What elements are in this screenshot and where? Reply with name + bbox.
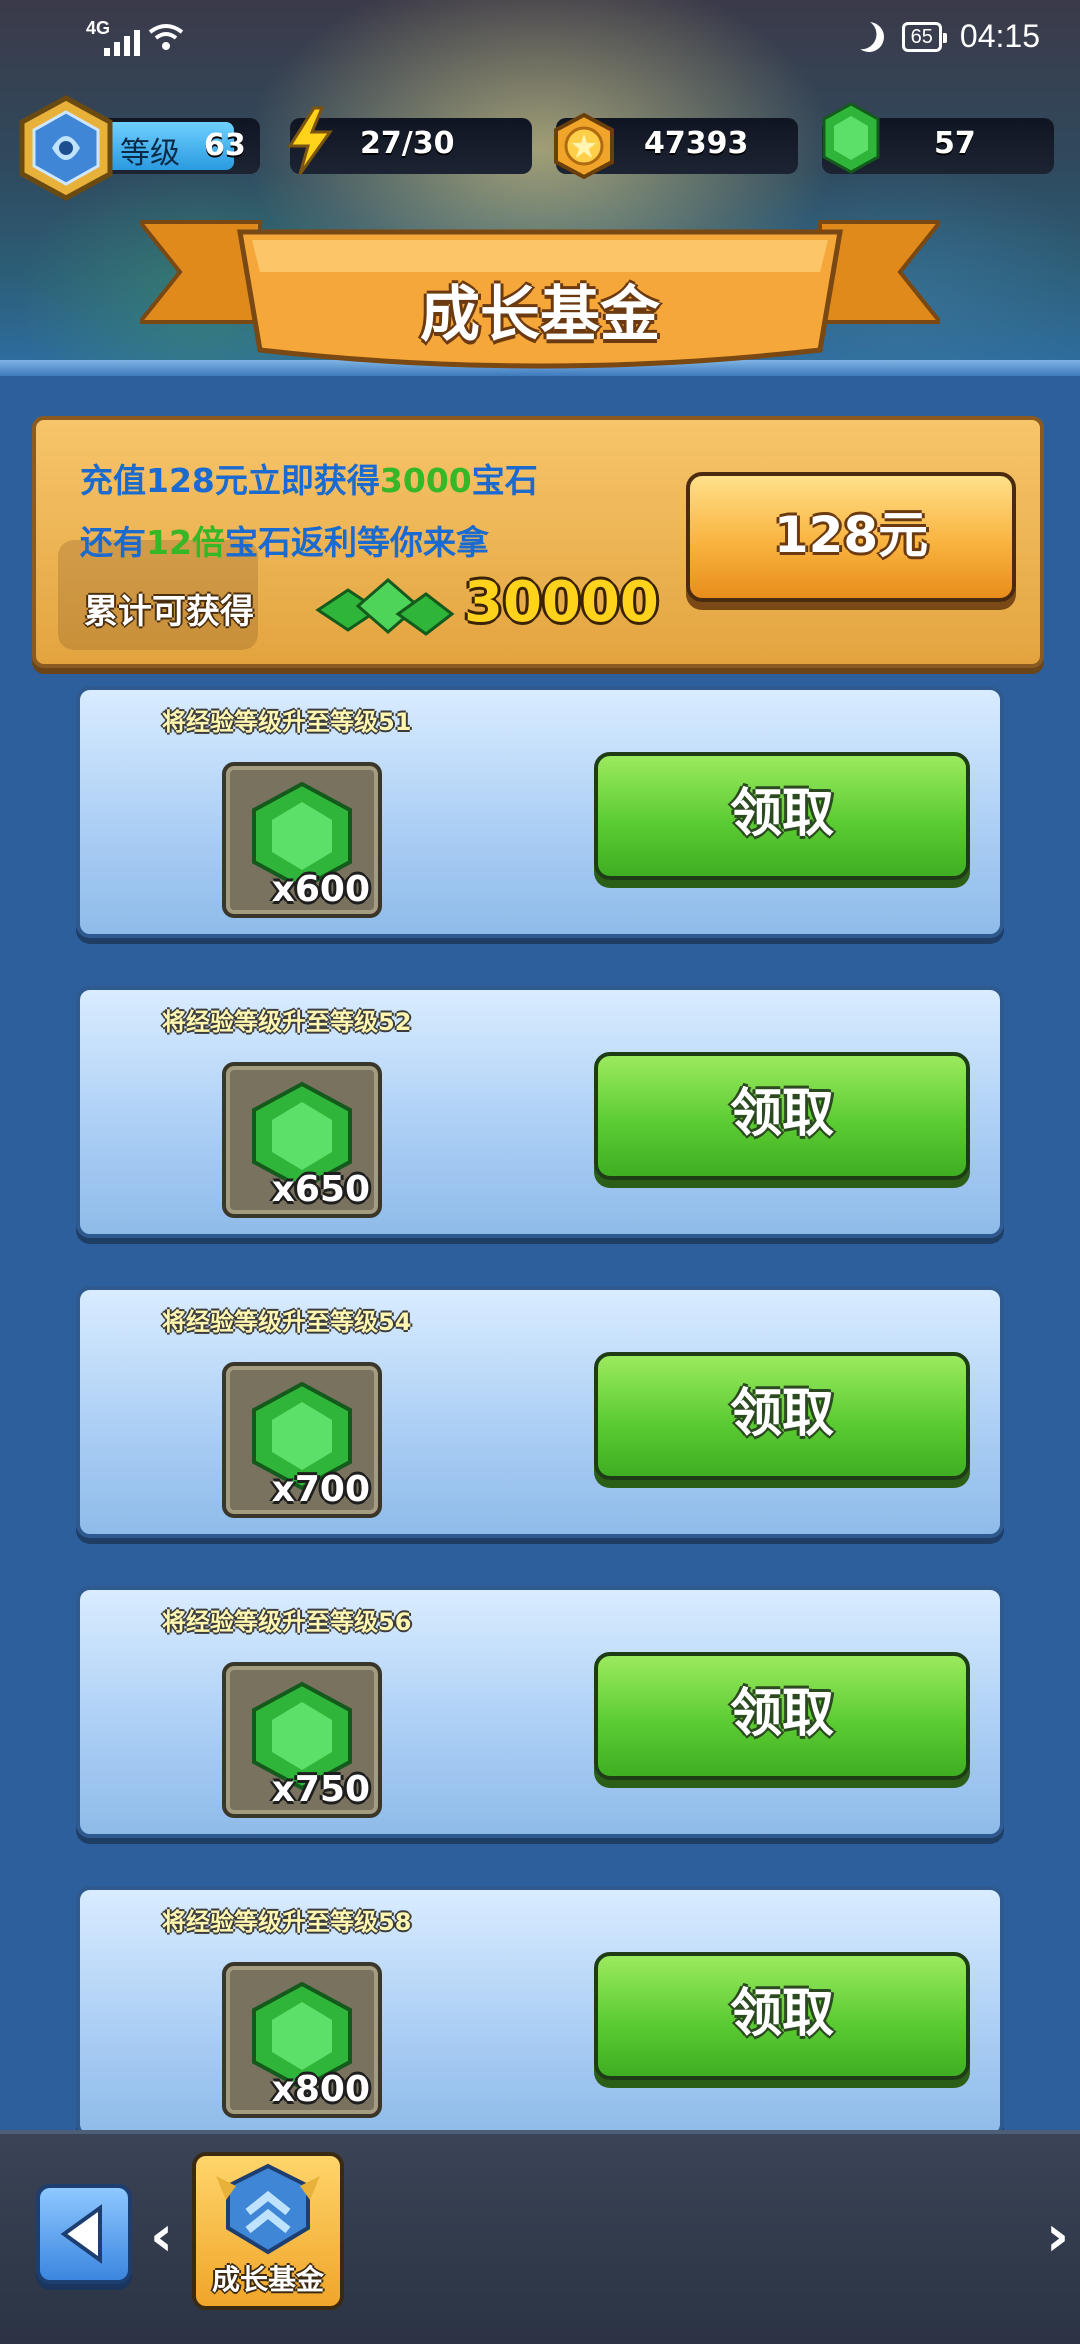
coin-value: 47393 <box>644 126 749 161</box>
gem-icon <box>822 102 880 174</box>
cumulative-label: 累计可获得 <box>84 592 254 632</box>
reward-count: x650 <box>271 1169 370 1210</box>
bottom-nav: ‹ 成长基金 › <box>0 2130 1080 2344</box>
reward-item: x700 <box>222 1362 382 1518</box>
signal-icon <box>104 30 140 56</box>
status-bar: 4G 65 04:15 <box>0 0 1080 80</box>
fund-purchase-card: 充值128元立即获得3000宝石 还有12倍宝石返利等你来拿 累计可获得 300… <box>32 416 1044 668</box>
claim-button[interactable]: 领取 <box>594 1652 970 1780</box>
energy-value: 27/30 <box>360 126 455 161</box>
reward-count: x800 <box>271 2069 370 2110</box>
level-label: 等级 <box>120 136 180 171</box>
tab-growth-fund[interactable]: 成长基金 <box>192 2152 344 2310</box>
reward-item: x800 <box>222 1962 382 2118</box>
promo-line-1: 充值128元立即获得3000宝石 <box>80 461 538 500</box>
battery-indicator: 65 <box>901 21 948 52</box>
do-not-disturb-icon <box>849 17 887 55</box>
reward-row: 将经验等级升至等级54 x700 领取 <box>76 1286 1004 1538</box>
reward-count: x600 <box>271 869 370 910</box>
gem-display[interactable]: 57 <box>822 102 1054 174</box>
chevron-right-icon[interactable]: › <box>1046 2204 1069 2269</box>
reward-requirement: 将经验等级升至等级52 <box>162 1008 412 1036</box>
reward-requirement: 将经验等级升至等级58 <box>162 1908 412 1936</box>
wifi-icon <box>148 24 184 50</box>
reward-row: 将经验等级升至等级51 x600 领取 <box>76 686 1004 938</box>
coin-display[interactable]: 47393 <box>554 112 798 180</box>
claim-button[interactable]: 领取 <box>594 1352 970 1480</box>
reward-count: x750 <box>271 1769 370 1810</box>
page-title: 成长基金 <box>420 280 660 350</box>
claim-button[interactable]: 领取 <box>594 1952 970 2080</box>
reward-row: 将经验等级升至等级58 x800 领取 <box>76 1886 1004 2138</box>
gem-value: 57 <box>934 126 976 161</box>
chevron-left-icon[interactable]: ‹ <box>150 2204 173 2269</box>
reward-requirement: 将经验等级升至等级54 <box>162 1308 412 1336</box>
lightning-icon <box>287 106 333 175</box>
reward-row: 将经验等级升至等级52 x650 领取 <box>76 986 1004 1238</box>
reward-row: 将经验等级升至等级56 x750 领取 <box>76 1586 1004 1838</box>
title-banner: 成长基金 <box>135 212 945 372</box>
buy-fund-button[interactable]: 128元 <box>686 472 1016 602</box>
reward-item: x650 <box>222 1062 382 1218</box>
back-button[interactable] <box>36 2184 132 2284</box>
reward-item: x600 <box>222 762 382 918</box>
claim-button[interactable]: 领取 <box>594 1052 970 1180</box>
growth-fund-tab-icon <box>216 2163 320 2255</box>
promo-line-2: 还有12倍宝石返利等你来拿 <box>80 523 489 562</box>
tab-label: 成长基金 <box>211 2263 324 2296</box>
energy-display[interactable]: 27/30 <box>287 106 532 175</box>
player-badge-icon[interactable] <box>12 94 120 202</box>
reward-item: x750 <box>222 1662 382 1818</box>
reward-count: x700 <box>271 1469 370 1510</box>
back-arrow-icon <box>60 2204 102 2264</box>
cumulative-total: 30000 <box>464 570 659 635</box>
reward-requirement: 将经验等级升至等级56 <box>162 1608 412 1636</box>
clock: 04:15 <box>959 18 1040 54</box>
coin-icon <box>554 112 614 180</box>
gem-pile-icon <box>315 578 455 636</box>
level-value: 63 <box>204 128 246 163</box>
claim-button[interactable]: 领取 <box>594 752 970 880</box>
reward-requirement: 将经验等级升至等级51 <box>162 708 412 736</box>
